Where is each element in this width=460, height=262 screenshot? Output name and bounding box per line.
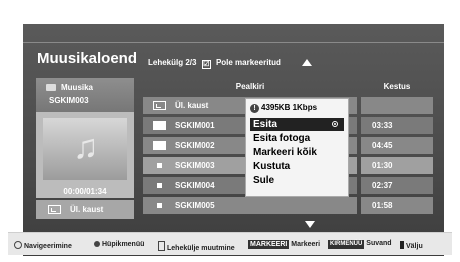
list-item-name: Ül. kaust [175, 101, 209, 110]
dpad-icon [14, 241, 22, 249]
checkbox-icon: ☑ [201, 60, 211, 69]
mark-status: Pole markeeritud [215, 58, 281, 67]
selected-radio-icon [332, 121, 338, 127]
file-info: ! 4395KB 1Kbps [250, 103, 317, 113]
list-item-name: SGKIM005 [175, 201, 215, 210]
folder-icon [153, 141, 166, 150]
folder-up-icon [48, 205, 61, 214]
folder-up-icon [153, 101, 166, 110]
ok-button-icon [94, 241, 100, 247]
current-file-name: SGKIM003 [49, 96, 89, 105]
help-mark-label: Markeeri [291, 241, 321, 248]
preview-panel: Muusika SGKIM003 ♫ 00:00/01:34 [36, 78, 134, 198]
exit-icon [400, 241, 404, 249]
help-mark: MARKEERI Markeeri [248, 240, 320, 249]
preview-header: Muusika SGKIM003 [36, 78, 134, 112]
help-exit-label: Välju [406, 243, 423, 250]
page-number: Lehekülg 2/3 [148, 58, 197, 67]
popup-menu: ! 4395KB 1Kbps Esita Esita fotoga Markeer… [245, 98, 349, 197]
column-header-duration: Kestus [383, 82, 411, 91]
menu-item-delete[interactable]: Kustuta [250, 160, 344, 173]
list-item-duration: 03:33 [372, 121, 393, 130]
help-options-label: Suvand [366, 240, 392, 247]
list-item[interactable]: SGKIM005 01:58 [143, 197, 433, 214]
list-item-duration: 04:45 [372, 141, 393, 150]
list-item-name: SGKIM001 [175, 121, 215, 130]
menu-item-mark-all[interactable]: Markeeri kõik [250, 146, 344, 159]
help-bar: Navigeerimine Hüpikmenüü Lehekülje muutm… [8, 232, 452, 255]
help-page-label: Lehekülje muutmine [167, 245, 235, 252]
music-folder-icon [46, 84, 56, 91]
list-item-name: SGKIM004 [175, 181, 215, 190]
music-list-panel: Muusikaloend Lehekülg 2/3 ☑ Pole markeer… [23, 24, 444, 256]
column-header-title: Pealkiri [235, 82, 265, 91]
scroll-up-arrow-icon[interactable] [302, 59, 312, 66]
music-file-icon [157, 183, 162, 188]
folder-icon [153, 121, 166, 130]
help-options: KIRMENÜÜ Suvand [328, 240, 392, 249]
menu-item-play-with-photo[interactable]: Esita fotoga [250, 132, 344, 145]
list-item-duration: 02:37 [372, 181, 393, 190]
help-popup-menu: Hüpikmenüü [94, 240, 144, 248]
file-info-text: 4395KB 1Kbps [261, 103, 318, 112]
music-file-icon [157, 163, 162, 168]
music-note-icon: ♫ [73, 128, 99, 166]
page-icon [158, 241, 165, 251]
page-info: Lehekülg 2/3 ☑ Pole markeeritud [148, 58, 281, 69]
help-popup-label: Hüpikmenüü [102, 241, 145, 248]
menu-item-close[interactable]: Sule [250, 174, 344, 187]
parent-folder-button[interactable]: Ül. kaust [36, 200, 134, 219]
help-exit: Välju [400, 240, 423, 250]
screen: Muusikaloend Lehekülg 2/3 ☑ Pole markeer… [0, 0, 460, 262]
header-divider [23, 42, 444, 43]
list-item-duration-cell [361, 97, 433, 114]
menu-item-play[interactable]: Esita [250, 118, 344, 131]
playback-time: 00:00/01:34 [63, 187, 107, 196]
list-item-name: SGKIM002 [175, 141, 215, 150]
mark-key: MARKEERI [248, 240, 290, 249]
scroll-down-arrow-icon[interactable] [305, 221, 315, 228]
info-icon: ! [250, 104, 259, 113]
category-label: Muusika [61, 83, 94, 92]
list-item-name: SGKIM003 [175, 161, 215, 170]
music-file-icon [157, 203, 162, 208]
page-title: Muusikaloend [37, 50, 138, 67]
menu-key: KIRMENÜÜ [328, 240, 365, 249]
list-item-duration: 01:30 [372, 161, 393, 170]
menu-item-label: Esita [253, 119, 277, 130]
help-navigate: Navigeerimine [14, 240, 72, 250]
help-navigate-label: Navigeerimine [24, 243, 72, 250]
parent-folder-label: Ül. kaust [70, 205, 104, 214]
help-page-change: Lehekülje muutmine [158, 240, 235, 252]
album-art: ♫ [43, 118, 127, 180]
list-item-duration: 01:58 [372, 201, 393, 210]
